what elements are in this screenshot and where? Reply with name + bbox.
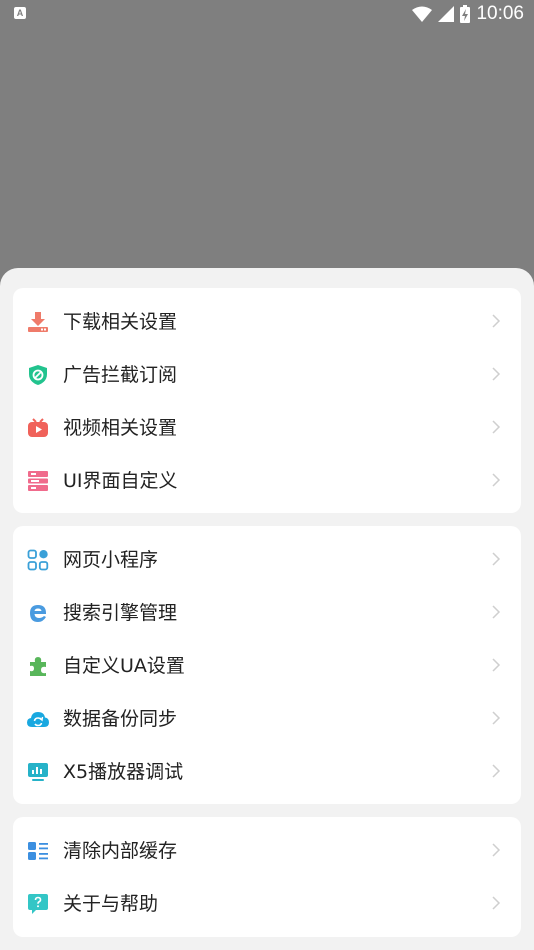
help-chat-icon: [28, 894, 48, 914]
menu-item-label: 广告拦截订阅: [63, 364, 178, 386]
clock: 10:06: [476, 3, 524, 24]
chevron-right-icon: [492, 896, 501, 910]
menu-item-clear-cache[interactable]: 清除内部缓存: [13, 824, 521, 877]
chevron-right-icon: [492, 605, 501, 619]
settings-group-2: 网页小程序 搜索引擎管理 自定义UA设置 数据备份同步 X5播放器调试: [13, 526, 521, 804]
menu-item-label: 下载相关设置: [63, 311, 178, 333]
menu-item-label: 网页小程序: [63, 549, 159, 571]
layout-icon: [28, 471, 48, 491]
download-icon: [28, 312, 48, 332]
chevron-right-icon: [492, 367, 501, 381]
status-icons: 10:06: [412, 3, 524, 25]
edge-e-icon: [30, 605, 46, 622]
puzzle-icon: [30, 657, 46, 676]
menu-item-x5-player-debug[interactable]: X5播放器调试: [13, 745, 521, 798]
settings-group-1: 下载相关设置 广告拦截订阅 视频相关设置 UI界面自定义: [13, 288, 521, 513]
menu-item-web-mini-programs[interactable]: 网页小程序: [13, 533, 521, 586]
chevron-right-icon: [492, 711, 501, 725]
menu-item-custom-ua[interactable]: 自定义UA设置: [13, 639, 521, 692]
menu-item-label: 自定义UA设置: [63, 655, 185, 677]
grid-apps-icon: [27, 549, 49, 571]
video-icon: [28, 418, 48, 437]
menu-item-download-settings[interactable]: 下载相关设置: [13, 295, 521, 348]
chevron-right-icon: [492, 764, 501, 778]
list-icon: [28, 842, 48, 860]
wifi-icon: [412, 6, 433, 22]
menu-item-label: 搜索引擎管理: [63, 602, 178, 624]
chevron-right-icon: [492, 314, 501, 328]
chevron-right-icon: [492, 658, 501, 672]
menu-item-search-engine-management[interactable]: 搜索引擎管理: [13, 586, 521, 639]
chevron-right-icon: [492, 843, 501, 857]
menu-item-label: 视频相关设置: [63, 417, 178, 439]
menu-item-about-help[interactable]: 关于与帮助: [13, 877, 521, 930]
status-bar: A 10:06: [0, 0, 534, 28]
menu-item-video-settings[interactable]: 视频相关设置: [13, 401, 521, 454]
monitor-chart-icon: [28, 763, 48, 781]
chevron-right-icon: [492, 473, 501, 487]
menu-item-label: X5播放器调试: [63, 761, 184, 783]
menu-item-ad-block-subscription[interactable]: 广告拦截订阅: [13, 348, 521, 401]
battery-charging-icon: [460, 5, 471, 23]
menu-item-data-backup-sync[interactable]: 数据备份同步: [13, 692, 521, 745]
menu-item-label: 数据备份同步: [63, 708, 178, 730]
settings-group-3: 清除内部缓存 关于与帮助: [13, 817, 521, 937]
shield-icon: [29, 365, 47, 385]
keyboard-notification-icon: A: [14, 7, 26, 19]
menu-item-label: 关于与帮助: [63, 893, 159, 915]
menu-item-label: UI界面自定义: [63, 470, 178, 492]
cloud-sync-icon: [27, 712, 49, 727]
cellular-signal-icon: [438, 6, 455, 22]
chevron-right-icon: [492, 420, 501, 434]
chevron-right-icon: [492, 552, 501, 566]
settings-bottom-sheet: 下载相关设置 广告拦截订阅 视频相关设置 UI界面自定义 网页小程序 搜索引擎管…: [0, 268, 534, 950]
menu-item-label: 清除内部缓存: [63, 840, 178, 862]
menu-item-ui-customize[interactable]: UI界面自定义: [13, 454, 521, 507]
